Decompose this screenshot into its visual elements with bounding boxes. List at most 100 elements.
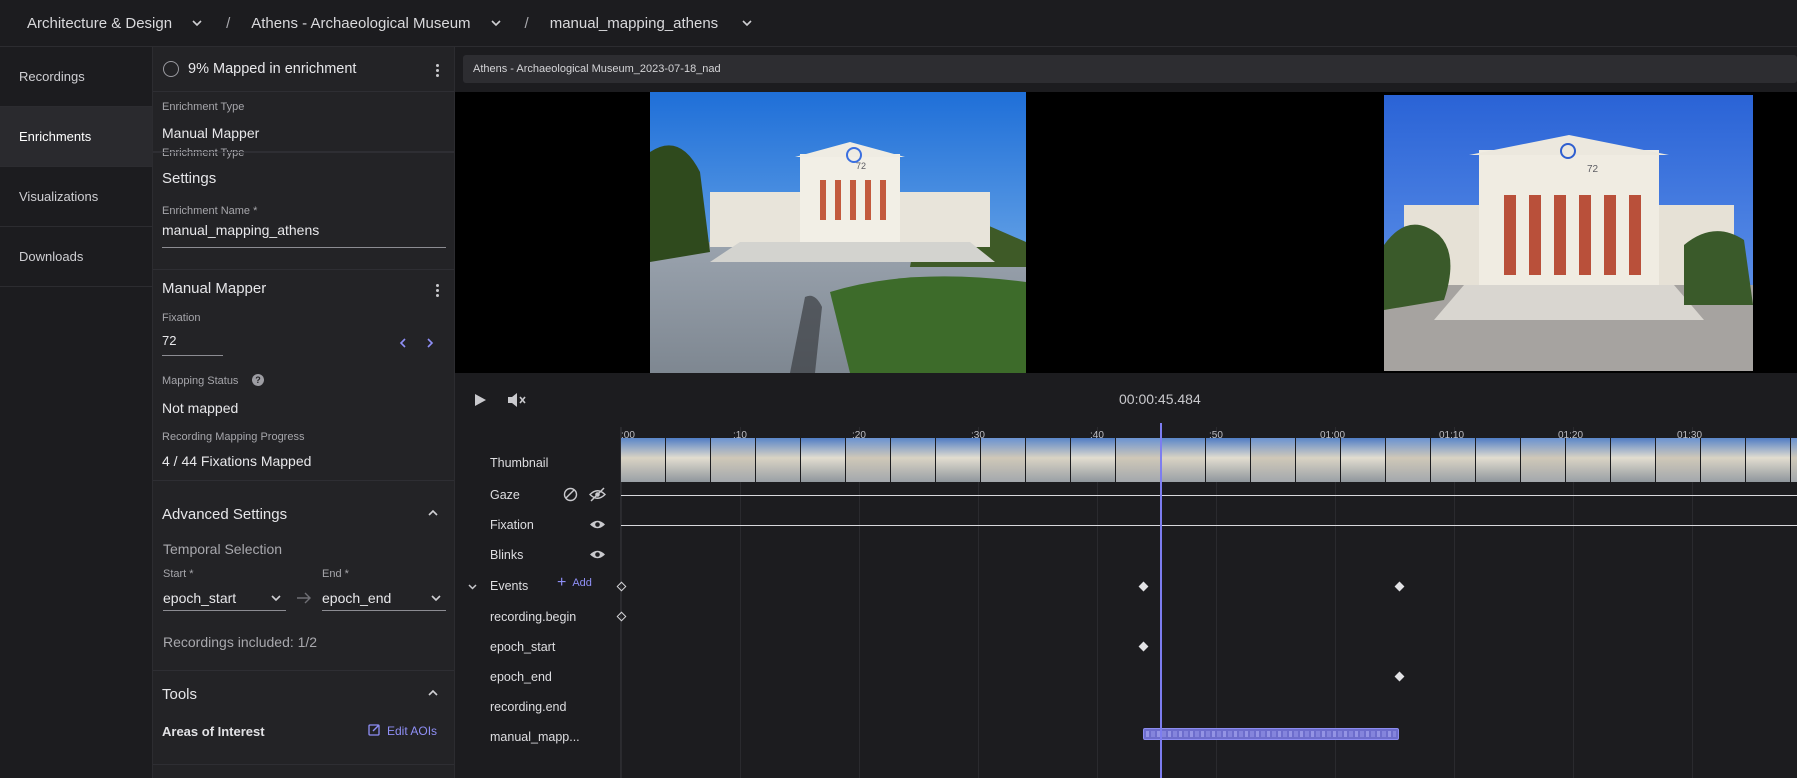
nav-label: Downloads — [19, 249, 84, 264]
enrichment-name-input[interactable]: manual_mapping_athens — [162, 222, 446, 248]
nav-label: Visualizations — [19, 189, 99, 204]
track-gaze-label: Gaze — [490, 488, 520, 502]
progress-label: Recording Mapping Progress — [162, 431, 305, 443]
thumbnail-frame — [1116, 438, 1161, 482]
thumbnail-frame — [936, 438, 981, 482]
thumbnail-frame — [1341, 438, 1386, 482]
end-select[interactable]: epoch_end — [322, 585, 446, 611]
chevron-right-icon[interactable] — [424, 337, 436, 352]
track-recording-begin-label: recording.begin — [490, 610, 577, 624]
gaze-track-line — [621, 495, 1797, 496]
divider — [153, 152, 454, 153]
breadcrumb-workspace[interactable]: Architecture & Design — [27, 15, 204, 32]
timeline-tracks[interactable]: :00 :10 :20 :30 :40 :50 01:00 01:10 01:2… — [616, 423, 1797, 778]
eye-icon[interactable] — [589, 518, 606, 534]
temporal-selection-label: Temporal Selection — [163, 541, 283, 557]
fixation-marker-label: 72 — [856, 161, 866, 171]
fixation-input[interactable]: 72 — [162, 333, 223, 356]
chevron-down-icon[interactable] — [190, 16, 204, 30]
chevron-down-icon — [430, 592, 442, 607]
project-name: Athens - Archaeological Museum — [251, 14, 471, 32]
thumbnail-frame — [801, 438, 846, 482]
scene-video-frame[interactable]: 72 — [650, 92, 1026, 373]
eye-off-icon[interactable] — [589, 487, 606, 505]
recordings-included: Recordings included: 1/2 — [163, 634, 318, 650]
more-options-icon[interactable] — [436, 64, 440, 77]
advanced-settings-header[interactable]: Advanced Settings — [162, 506, 287, 523]
track-fixation-label: Fixation — [490, 518, 534, 532]
player-controls: 00:00:45.484 — [455, 373, 1797, 427]
thumbnail-frame — [981, 438, 1026, 482]
track-manual-mapping-label: manual_mapp... — [490, 730, 580, 744]
enrichment-type-label: Enrichment Type — [162, 101, 245, 113]
mute-icon[interactable] — [507, 391, 527, 412]
chevron-up-icon[interactable] — [427, 507, 439, 522]
left-nav: Recordings Enrichments Visualizations Do… — [0, 47, 153, 778]
chevron-down-icon[interactable] — [740, 16, 754, 30]
edit-aois-button[interactable]: Edit AOIs — [368, 723, 437, 739]
epoch-end-marker[interactable] — [1394, 671, 1405, 682]
thumbnail-frame — [1611, 438, 1656, 482]
aoi-label: Areas of Interest — [162, 724, 265, 739]
thumbnail-frame — [711, 438, 756, 482]
workspace-name: Architecture & Design — [27, 14, 173, 32]
enrichment-name-value: manual_mapping_athens — [162, 222, 320, 238]
track-recording-end-label: recording.end — [490, 700, 567, 714]
nav-downloads[interactable]: Downloads — [0, 227, 152, 287]
event-marker[interactable] — [1394, 581, 1405, 592]
add-event-button[interactable]: + Add — [557, 575, 592, 591]
chevron-left-icon[interactable] — [397, 337, 409, 352]
end-label: End * — [322, 568, 349, 580]
nav-visualizations[interactable]: Visualizations — [0, 167, 152, 227]
gaze-overlay-icon[interactable] — [563, 487, 578, 505]
thumbnail-frame — [1701, 438, 1746, 482]
chevron-up-icon[interactable] — [427, 687, 439, 702]
playhead[interactable] — [1160, 423, 1162, 778]
reference-image-frame[interactable]: 72 — [1384, 95, 1753, 371]
thumbnail-frame — [666, 438, 711, 482]
epoch-start-marker[interactable] — [1138, 641, 1149, 652]
edit-icon — [368, 723, 381, 739]
nav-enrichments[interactable]: Enrichments — [0, 107, 152, 167]
thumbnail-frame — [1566, 438, 1611, 482]
enrichment-panel: 9% Mapped in enrichment Enrichment Type … — [153, 47, 455, 778]
enrichment-type-label: Enrichment Type — [162, 147, 245, 159]
fixation-label: Fixation — [162, 312, 201, 324]
more-options-icon[interactable] — [436, 284, 440, 297]
thumbnail-frame — [756, 438, 801, 482]
nav-recordings[interactable]: Recordings — [0, 47, 152, 107]
eye-icon[interactable] — [589, 548, 606, 564]
thumbnail-frame — [1296, 438, 1341, 482]
arrow-right-icon — [296, 592, 312, 607]
chevron-down-icon[interactable] — [467, 580, 478, 595]
thumbnail-frame — [891, 438, 936, 482]
breadcrumb-enrichment[interactable]: manual_mapping_athens — [550, 15, 754, 32]
tools-header[interactable]: Tools — [162, 686, 197, 703]
breadcrumb-separator: / — [524, 14, 529, 32]
timeline: Thumbnail Gaze Fixation Blinks Events + … — [455, 423, 1797, 778]
mapping-status-label: Mapping Status — [162, 375, 239, 387]
event-marker[interactable] — [1138, 581, 1149, 592]
manual-mapper-header: Manual Mapper — [162, 280, 267, 297]
start-value: epoch_start — [163, 589, 237, 606]
enrichment-breadcrumb-name: manual_mapping_athens — [549, 14, 719, 32]
breadcrumb-separator: / — [226, 14, 231, 32]
fixation-value: 72 — [162, 333, 177, 348]
manual-mapping-range[interactable] — [1143, 728, 1399, 740]
enrichment-type-value: Manual Mapper — [162, 125, 260, 141]
track-blinks-label: Blinks — [490, 548, 524, 562]
start-select[interactable]: epoch_start — [163, 585, 286, 611]
enrichment-name-label: Enrichment Name * — [162, 205, 258, 217]
help-icon[interactable]: ? — [252, 374, 264, 386]
progress-value: 4 / 44 Fixations Mapped — [162, 453, 312, 469]
player-area: Athens - Archaeological Museum_2023-07-1… — [455, 47, 1797, 778]
nav-label: Recordings — [19, 69, 85, 84]
track-thumbnail-label: Thumbnail — [490, 456, 549, 470]
divider — [153, 764, 454, 765]
chevron-down-icon[interactable] — [489, 16, 503, 30]
play-icon[interactable] — [473, 393, 487, 410]
breadcrumb-project[interactable]: Athens - Archaeological Museum — [251, 15, 502, 32]
divider — [153, 670, 454, 671]
recording-name: Athens - Archaeological Museum_2023-07-1… — [473, 63, 721, 75]
thumbnail-frame — [1791, 438, 1797, 482]
